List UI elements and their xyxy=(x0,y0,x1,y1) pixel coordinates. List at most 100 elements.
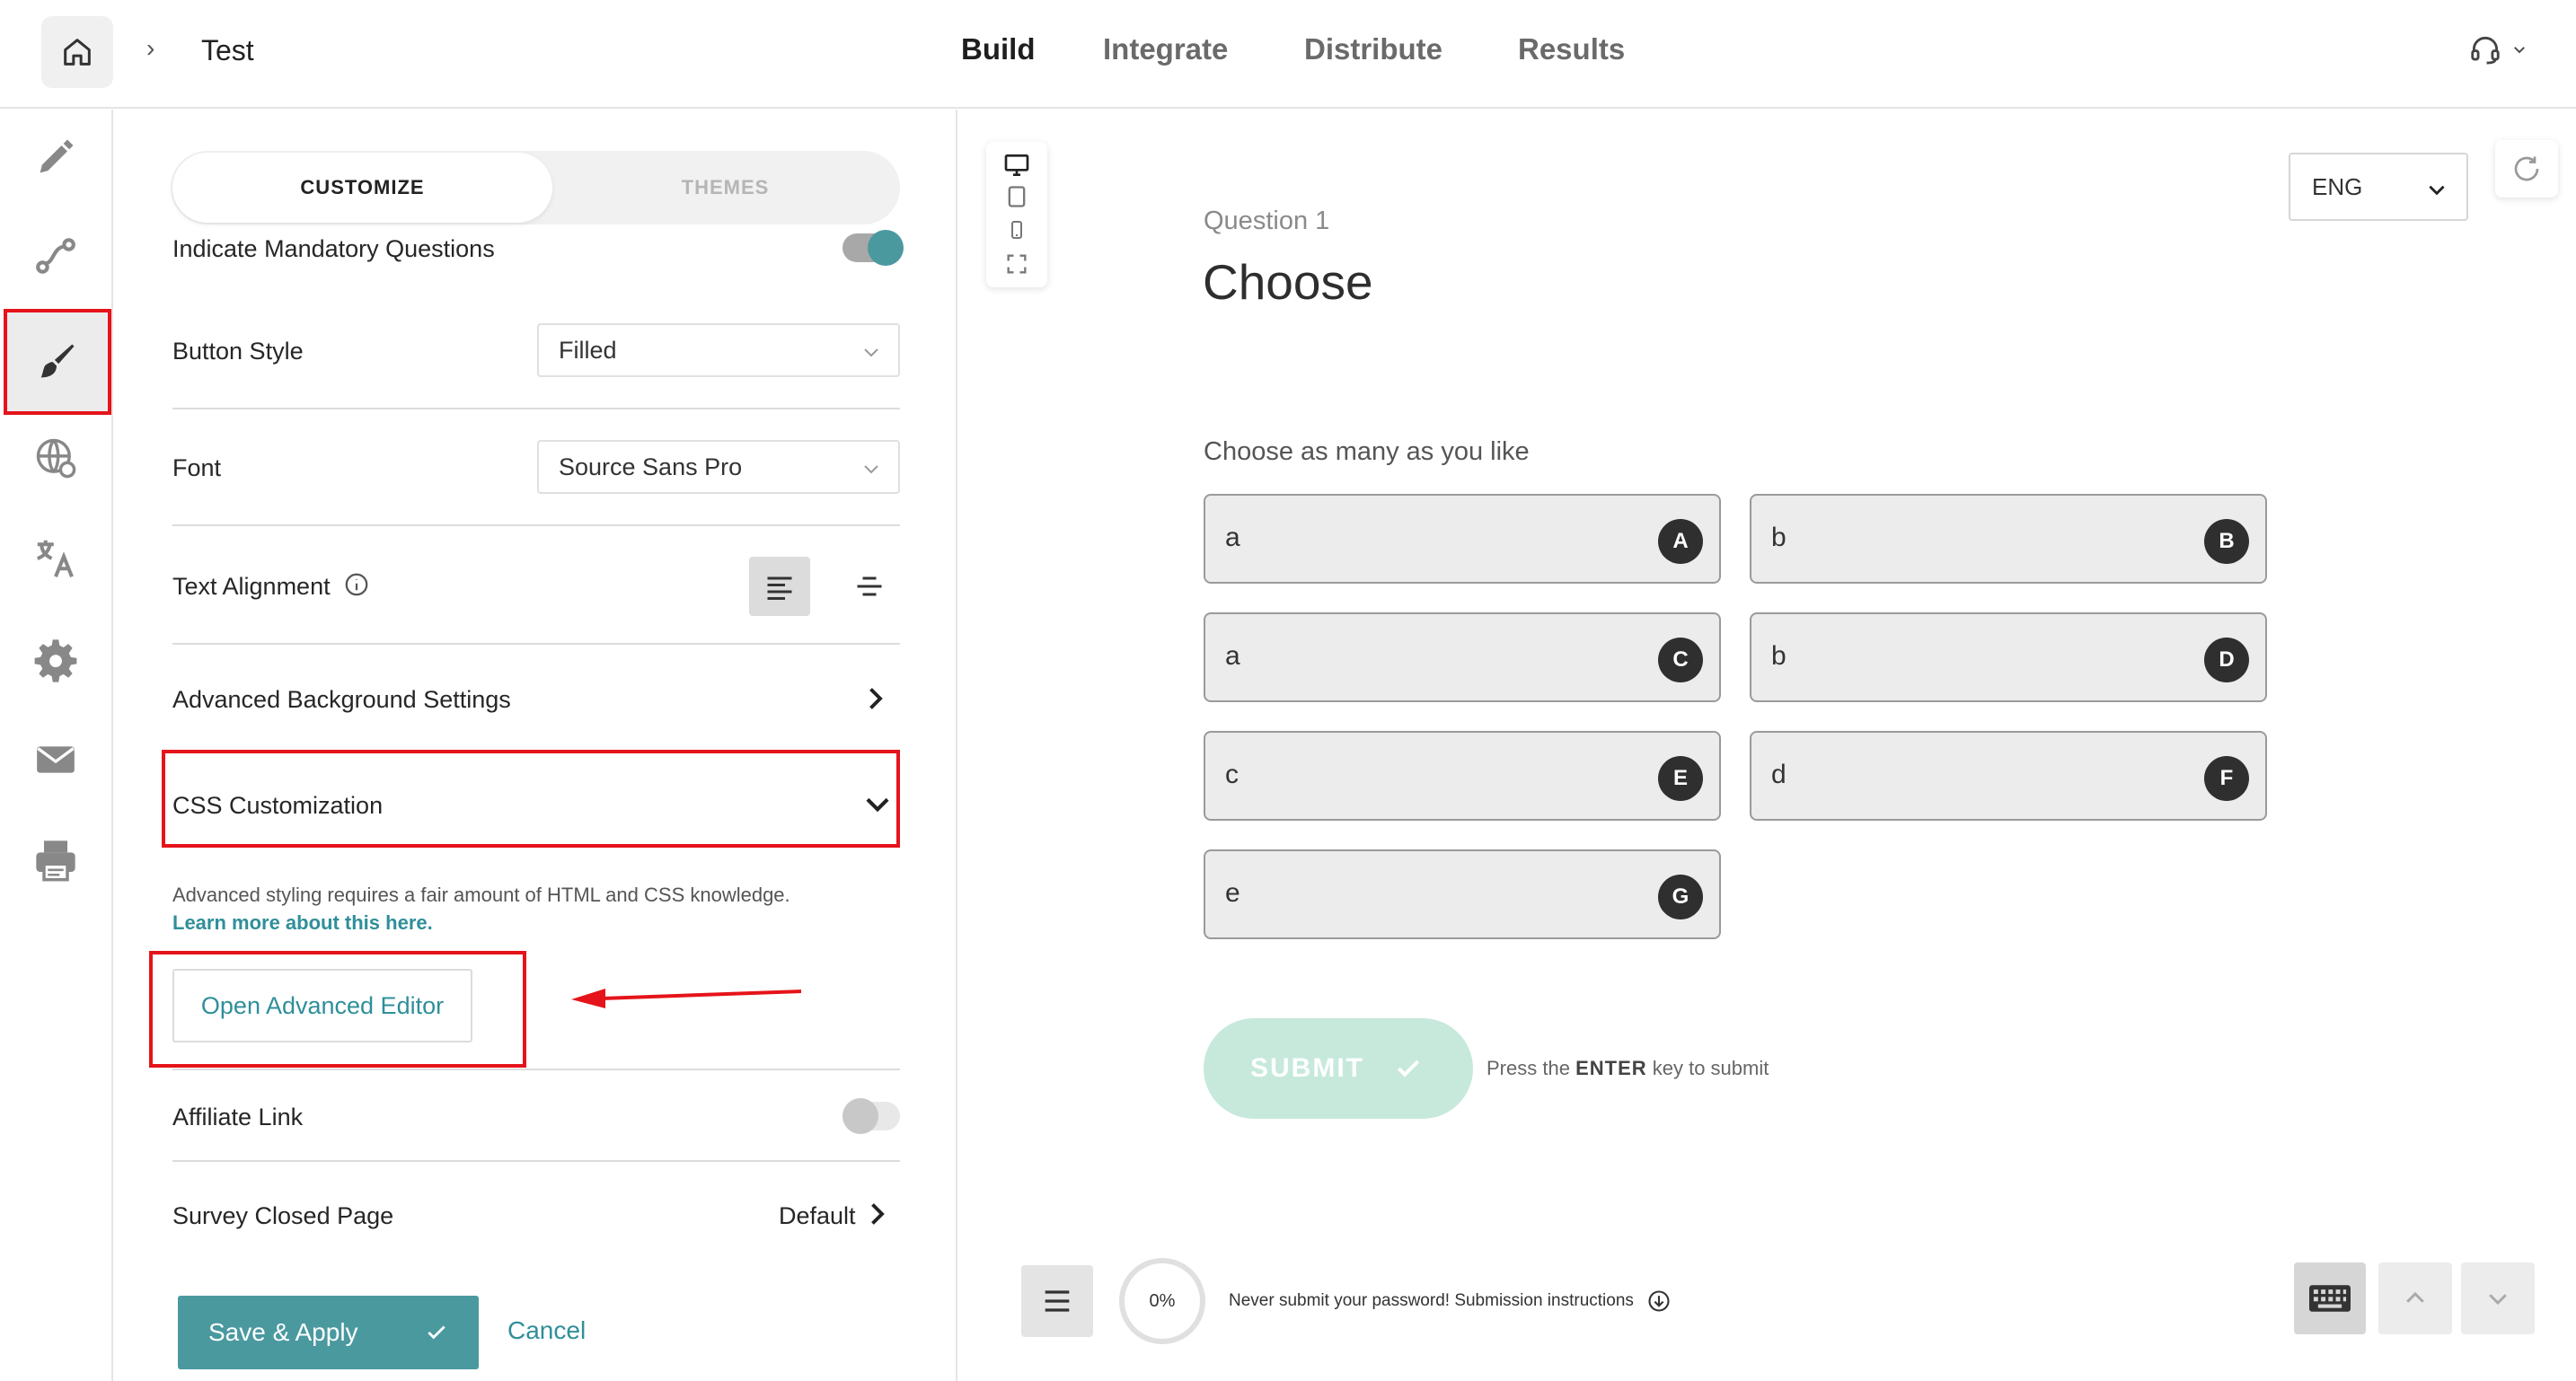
divider xyxy=(172,524,900,526)
affiliate-link-label: Affiliate Link xyxy=(172,1104,304,1130)
translate-icon xyxy=(36,540,74,578)
pen-icon xyxy=(40,139,74,173)
question-title: Choose xyxy=(1203,254,1373,310)
home-button[interactable] xyxy=(41,16,113,88)
desktop-icon[interactable] xyxy=(1002,151,1031,180)
choice-option[interactable]: d F xyxy=(1750,731,2267,821)
toggle-knob xyxy=(868,230,904,266)
language-value: ENG xyxy=(2312,172,2363,200)
annotation-highlight-box xyxy=(4,309,111,415)
tab-build[interactable]: Build xyxy=(961,32,1035,66)
submit-hint-key: ENTER xyxy=(1575,1057,1647,1079)
text-alignment-label: Text Alignment xyxy=(172,573,331,600)
progress-indicator: 0% xyxy=(1119,1258,1205,1344)
choice-text: a xyxy=(1225,641,1240,671)
hamburger-icon xyxy=(1045,1290,1070,1312)
support-menu-button[interactable] xyxy=(2468,32,2527,66)
chevron-down-icon[interactable] xyxy=(860,787,895,821)
choice-text: b xyxy=(1771,523,1786,552)
advanced-background-label[interactable]: Advanced Background Settings xyxy=(172,686,511,714)
gear-icon xyxy=(34,639,77,682)
tab-integrate[interactable]: Integrate xyxy=(1103,32,1228,66)
chevron-right-icon[interactable] xyxy=(859,682,891,715)
previous-question-button[interactable] xyxy=(2378,1262,2452,1334)
refresh-preview-button[interactable] xyxy=(2495,140,2558,198)
submit-hint-post: key to submit xyxy=(1652,1057,1769,1079)
save-apply-button[interactable]: Save & Apply xyxy=(178,1296,479,1369)
fullscreen-icon[interactable] xyxy=(1004,251,1029,277)
align-left-icon xyxy=(767,576,792,600)
choice-text: e xyxy=(1225,878,1240,908)
choice-option[interactable]: a C xyxy=(1204,612,1721,702)
css-customization-label[interactable]: CSS Customization xyxy=(172,792,383,820)
check-icon xyxy=(428,1325,446,1340)
button-style-select[interactable]: Filled xyxy=(537,323,900,377)
choice-text: a xyxy=(1225,523,1240,552)
align-center-icon xyxy=(857,576,882,596)
submit-button[interactable]: SUBMIT xyxy=(1204,1018,1473,1119)
cancel-button[interactable]: Cancel xyxy=(507,1316,586,1345)
open-advanced-editor-button[interactable]: Open Advanced Editor xyxy=(172,969,472,1042)
divider xyxy=(172,408,900,409)
tab-customize[interactable]: CUSTOMIZE xyxy=(172,153,552,223)
choice-text: c xyxy=(1225,760,1239,789)
choice-text: d xyxy=(1771,760,1786,789)
mandatory-label: Indicate Mandatory Questions xyxy=(172,235,495,262)
button-style-label: Button Style xyxy=(172,338,304,365)
font-label: Font xyxy=(172,454,222,481)
chevron-down-icon xyxy=(2514,47,2525,54)
password-notice-text: Never submit your password! Submission i… xyxy=(1229,1291,1634,1310)
breadcrumb-chevron-icon: › xyxy=(146,34,155,62)
choice-key-badge: F xyxy=(2204,756,2249,801)
css-help-text: Advanced styling requires a fair amount … xyxy=(172,884,790,906)
choice-key-badge: A xyxy=(1658,519,1703,564)
check-icon xyxy=(1397,1060,1420,1078)
css-learn-more-link[interactable]: Learn more about this here. xyxy=(172,911,433,935)
home-icon xyxy=(64,39,91,66)
choice-option[interactable]: a A xyxy=(1204,494,1721,584)
affiliate-link-toggle[interactable] xyxy=(842,1098,900,1134)
chevron-down-icon xyxy=(2489,1294,2507,1306)
question-number: Question 1 xyxy=(1204,207,1330,235)
globe-icon xyxy=(36,438,76,479)
info-icon[interactable] xyxy=(343,571,370,598)
align-left-button[interactable] xyxy=(749,557,810,616)
settings-panel xyxy=(115,110,957,1381)
submit-hint: Press the ENTER key to submit xyxy=(1486,1057,1769,1080)
choice-option[interactable]: b B xyxy=(1750,494,2267,584)
rail-item-translate[interactable] xyxy=(0,508,111,609)
align-center-button[interactable] xyxy=(839,557,900,616)
survey-title[interactable]: Test xyxy=(201,34,254,67)
next-question-button[interactable] xyxy=(2461,1262,2535,1334)
rail-item-language[interactable] xyxy=(0,408,111,508)
password-notice: Never submit your password! Submission i… xyxy=(1229,1289,1672,1314)
question-menu-button[interactable] xyxy=(1021,1265,1093,1337)
rail-item-print[interactable] xyxy=(0,810,111,910)
chevron-up-icon xyxy=(2406,1291,2424,1303)
annotation-arrow xyxy=(571,989,802,1008)
keyboard-shortcuts-button[interactable] xyxy=(2294,1262,2366,1334)
choice-key-badge: D xyxy=(2204,638,2249,682)
language-select[interactable]: ENG xyxy=(2289,153,2468,221)
download-circle-icon[interactable] xyxy=(1646,1289,1672,1314)
rail-item-settings[interactable] xyxy=(0,609,111,709)
font-select[interactable]: Source Sans Pro xyxy=(537,440,900,494)
tablet-icon[interactable] xyxy=(1004,183,1029,210)
tab-themes[interactable]: THEMES xyxy=(552,153,898,223)
question-hint: Choose as many as you like xyxy=(1204,437,1530,466)
rail-item-logic[interactable] xyxy=(0,206,111,306)
choice-option[interactable]: e G xyxy=(1204,849,1721,939)
tab-distribute[interactable]: Distribute xyxy=(1304,32,1442,66)
chevron-right-icon[interactable] xyxy=(860,1198,893,1230)
divider xyxy=(172,1160,900,1162)
survey-closed-page-value[interactable]: Default xyxy=(779,1202,856,1230)
keyboard-icon xyxy=(2309,1285,2351,1312)
tab-results[interactable]: Results xyxy=(1518,32,1625,66)
mandatory-toggle[interactable] xyxy=(842,230,904,266)
choice-option[interactable]: b D xyxy=(1750,612,2267,702)
rail-item-email[interactable] xyxy=(0,709,111,810)
rail-item-edit[interactable] xyxy=(0,107,111,207)
mobile-icon[interactable] xyxy=(1006,217,1028,242)
choice-option[interactable]: c E xyxy=(1204,731,1721,821)
envelope-icon xyxy=(37,746,75,773)
